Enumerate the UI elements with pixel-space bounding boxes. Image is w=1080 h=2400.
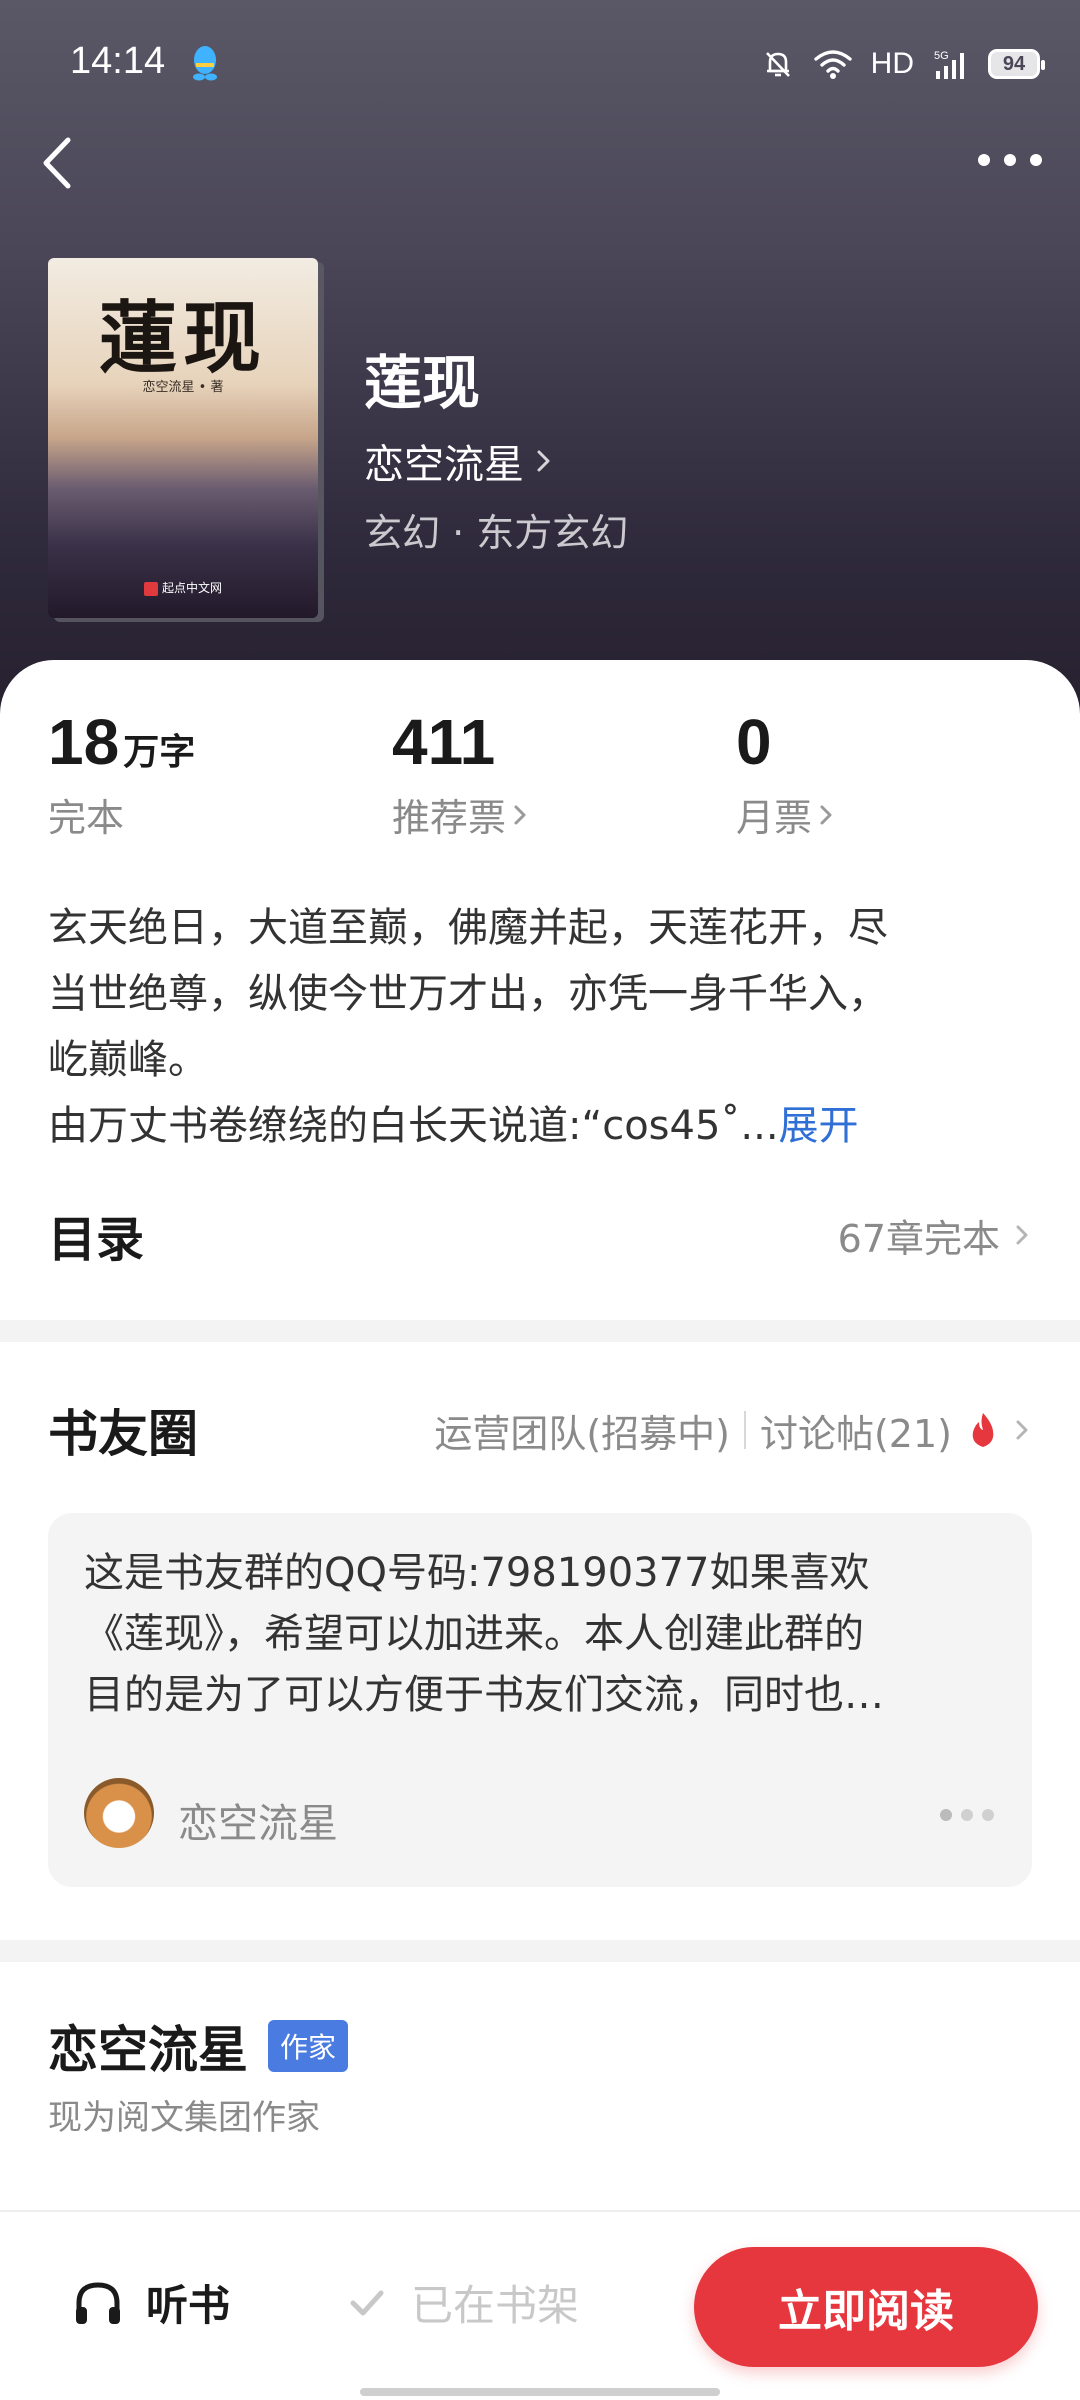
book-header: 14:14 HD 5G 94 蓮现 恋空流星 • 著 起点中文网 莲现 恋空流星… [0,0,1080,720]
discussion-posts-link[interactable]: 讨论帖(21) [760,1403,952,1458]
fire-icon [972,1413,994,1447]
operations-team-link[interactable]: 运营团队(招募中) [434,1403,730,1458]
section-divider [0,1940,1080,1962]
check-icon [350,2290,384,2315]
description-line: 屹巅峰。 [48,1037,208,1083]
stat-label: 推荐票 [392,796,507,840]
status-bar: 14:14 HD 5G 94 [0,0,1080,130]
chevron-right-icon [1016,1225,1028,1245]
post-content: 这是书友群的QQ号码:798190377如果喜欢 《莲现》，希望可以加进来。本人… [84,1543,1004,1726]
read-now-button[interactable]: 立即阅读 [694,2247,1038,2367]
book-cover[interactable]: 蓮现 恋空流星 • 著 起点中文网 [48,258,318,618]
listen-button[interactable]: 听书 [72,2272,230,2333]
chevron-right-icon [537,450,550,472]
description-line: 由万丈书卷缭绕的白长天说道:“cos45˚... [48,1103,779,1149]
battery-icon: 94 [988,49,1045,79]
stat-recommend-votes[interactable]: 411 推荐票 [392,705,530,842]
toc-status: 67章完本 [837,1216,1000,1261]
author-info-row[interactable]: 恋空流星 作家 [48,2010,349,2082]
qq-icon [193,46,217,81]
hd-indicator: HD [870,47,914,80]
toc-title: 目录 [48,1212,145,1268]
bottom-action-bar: 听书 已在书架 立即阅读 [0,2210,1080,2400]
book-author-link[interactable]: 恋空流星 [364,432,554,490]
book-circle-title: 书友圈 [48,1405,198,1463]
chevron-right-icon [820,805,832,824]
stat-label: 完本 [48,796,125,840]
table-of-contents-row[interactable]: 目录 67章完本 [48,1200,1032,1270]
on-shelf-label: 已在书架 [411,2281,580,2330]
home-indicator[interactable] [360,2388,720,2396]
description-last-line: 由万丈书卷缭绕的白长天说道:“cos45˚...展开 [48,1093,1048,1159]
post-line: 《莲现》，希望可以加进来。本人创建此群的 [84,1611,864,1657]
chevron-right-icon[interactable] [1014,1415,1032,1445]
cover-author: 恋空流星 • 著 [142,380,224,395]
description-line: 当世绝尊，纵使今世万才出，亦凭一身千华入， [48,971,888,1017]
avatar[interactable] [84,1778,154,1848]
stat-unit: 万字 [123,732,196,773]
author-description: 现为阅文集团作家 [48,2098,320,2138]
book-title: 莲现 [364,349,481,417]
more-icon[interactable] [970,140,1050,180]
author-name: 恋空流星 [48,2021,248,2079]
stat-value: 18 [48,706,120,778]
author-badge: 作家 [268,2020,349,2072]
expand-link[interactable]: 展开 [779,1103,859,1149]
stat-monthly-votes[interactable]: 0 月票 [736,705,836,842]
cover-publisher: 起点中文网 [48,579,318,596]
on-shelf-button[interactable]: 已在书架 [345,2272,579,2333]
post-line: 这是书友群的QQ号码:798190377如果喜欢 [84,1550,870,1596]
cover-publisher-text: 起点中文网 [161,581,222,595]
book-genre[interactable]: 玄幻 · 东方玄幻 [364,502,628,557]
section-divider [0,1320,1080,1342]
post-username[interactable]: 恋空流星 [178,1791,338,1849]
book-circle-header: 书友圈 运营团队(招募中) 讨论帖(21) [48,1395,1032,1465]
bell-off-icon [765,52,790,77]
post-line: 目的是为了可以方便于书友们交流，同时也… [84,1672,884,1718]
listen-label: 听书 [146,2281,231,2330]
cover-title: 蓮现 [98,293,267,384]
publisher-logo-icon [143,581,158,596]
wifi-icon [813,50,852,79]
status-icons: HD 5G 94 [761,44,1045,84]
back-icon[interactable] [30,128,90,198]
stat-label: 月票 [736,796,813,840]
separator [743,1411,746,1449]
book-stats: 18 万字 完本 411 推荐票 0 月票 [48,705,1048,855]
circle-post-card[interactable]: 这是书友群的QQ号码:798190377如果喜欢 《莲现》，希望可以加进来。本人… [48,1513,1032,1887]
description-line: 玄天绝日，大道至巅，佛魔并起，天莲花开，尽 [48,905,888,951]
book-author: 恋空流星 [364,442,524,488]
chevron-right-icon [514,805,526,824]
stat-value: 411 [392,706,496,778]
book-description[interactable]: 玄天绝日，大道至巅，佛魔并起，天莲花开，尽 当世绝尊，纵使今世万才出，亦凭一身千… [48,895,1048,1159]
carousel-indicator [940,1809,994,1821]
stat-word-count: 18 万字 完本 [48,705,195,842]
signal-5g-icon: 5G [934,50,964,79]
stat-value: 0 [736,706,772,778]
status-time: 14:14 [70,40,166,82]
network-label: 5G [934,50,949,62]
headphones-icon [76,2281,120,2324]
